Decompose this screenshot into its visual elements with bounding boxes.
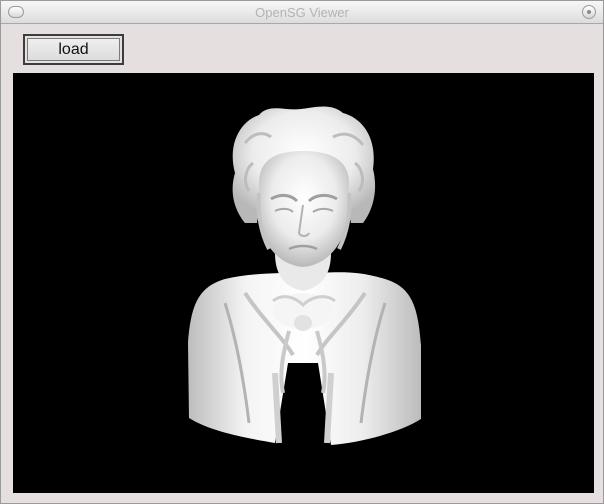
load-button[interactable]: load: [23, 34, 124, 65]
load-button-label: load: [27, 38, 120, 61]
app-window: OpenSG Viewer load: [0, 0, 604, 504]
title-bar[interactable]: OpenSG Viewer: [1, 1, 603, 24]
bust-statue-model: [188, 106, 421, 445]
window-title: OpenSG Viewer: [255, 5, 349, 20]
3d-viewport[interactable]: [13, 73, 594, 493]
window-close-button[interactable]: [582, 5, 596, 19]
